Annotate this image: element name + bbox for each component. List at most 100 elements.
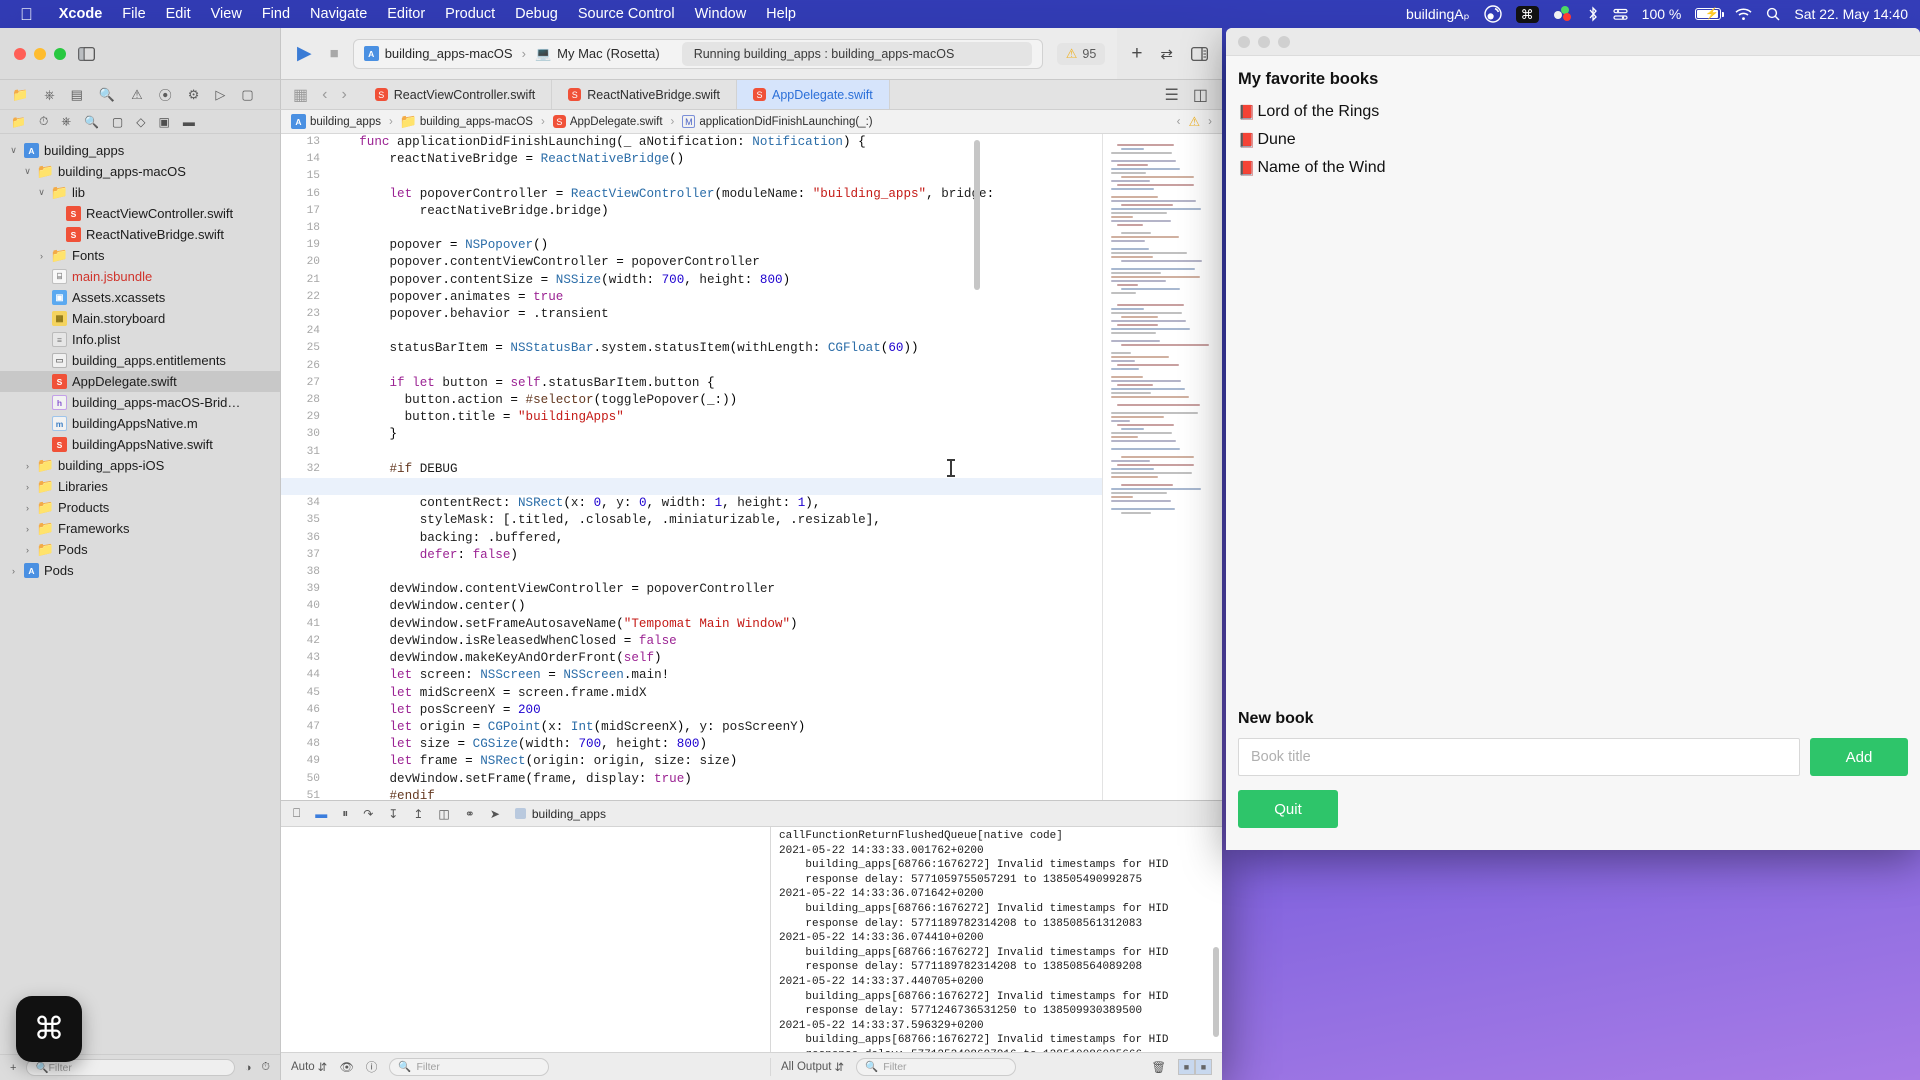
navigator-row-1[interactable]: ∨ 📁 building_apps-macOS [0,161,280,182]
assistant-editor-icon[interactable]: ◫ [1193,85,1208,105]
menu-item-xcode[interactable]: Xcode [49,6,113,22]
navigator-row-10[interactable]: ▭ building_apps.entitlements [0,350,280,371]
menu-item-product[interactable]: Product [435,6,505,22]
app-close-button[interactable] [1238,35,1250,48]
code-scroll-area[interactable]: 13 14 15 16 17 18 19 20 21 22 23 24 25 26 27 28 29 30 31 32… [281,134,1102,800]
variables-filter-input[interactable]: 🔍 Filter [389,1057,550,1076]
warning-count-chip[interactable]: ⚠ 95 [1056,42,1106,65]
breadcrumb-file[interactable]: S AppDelegate.swift [552,115,663,128]
navigator-row-12[interactable]: h building_apps-macOS-Brid… [0,392,280,413]
source-editor[interactable]: 13 14 15 16 17 18 19 20 21 22 23 24 25 26 27 28 29 30 31 32… [281,134,1222,800]
filter-clock-icon[interactable]: ⏱ [39,114,48,129]
navigator-search-icon[interactable]: 🔍 [99,87,115,103]
filter-scm-icon[interactable]: ⎈ [61,114,71,129]
navigator-scm-icon[interactable]: ⎈ [44,87,54,103]
breadcrumb-folder[interactable]: 📁 building_apps-macOS [400,113,533,129]
tab-react-view-controller[interactable]: S ReactViewController.swift [359,80,553,109]
disclosure-triangle-icon[interactable]: ∨ [22,166,33,177]
disclosure-triangle-icon[interactable]: › [8,566,19,576]
console-output-select[interactable]: All Output ⇵ [781,1060,844,1074]
breadcrumb-project[interactable]: A building_apps [291,114,381,129]
status-item-app-name[interactable]: buildingAₚ [1406,6,1470,23]
tab-app-delegate[interactable]: S AppDelegate.swift [736,80,890,109]
variables-info-icon[interactable]: ⓘ [366,1059,378,1075]
forward-icon[interactable]: › [341,86,346,104]
show-console-icon[interactable]: ■ [1195,1058,1212,1075]
next-issue-icon[interactable]: › [1208,116,1212,128]
stop-button[interactable]: ■ [330,45,339,62]
disclosure-triangle-icon[interactable]: ∨ [36,187,47,198]
menu-item-navigate[interactable]: Navigate [300,6,377,22]
filter-more-icon[interactable]: ▬ [183,115,195,129]
debug-view-hierarchy-icon[interactable]: ◫ [438,807,449,821]
disclosure-triangle-icon[interactable]: › [22,482,33,492]
filter-folder-icon[interactable]: 📁 [11,115,26,129]
menu-item-debug[interactable]: Debug [505,6,568,22]
navigator-filter-clock-icon[interactable]: ⏱ [261,1061,270,1074]
navigator-row-4[interactable]: S ReactNativeBridge.swift [0,224,280,245]
step-into-icon[interactable]: ↧ [388,807,398,821]
show-variables-icon[interactable]: ■ [1178,1058,1195,1075]
code-lines[interactable]: func applicationDidFinishLaunching(_ aNo… [281,134,1102,800]
debug-memory-graph-icon[interactable]: ⚭ [465,807,475,821]
disclosure-triangle-icon[interactable]: › [22,524,33,534]
variables-eye-icon[interactable]: 👁 [339,1060,354,1074]
app-minimize-button[interactable] [1258,35,1270,48]
toggle-navigator-icon[interactable] [78,46,95,61]
control-center-icon[interactable] [1613,7,1628,22]
toggle-inspector-icon[interactable] [1191,46,1208,61]
filter-shield-icon[interactable]: ◇ [136,115,145,129]
menu-item-file[interactable]: File [112,6,155,22]
navigator-row-7[interactable]: ▣ Assets.xcassets [0,287,280,308]
simulate-location-icon[interactable]: ➤ [490,807,500,821]
editor-scrollbar[interactable] [974,140,980,290]
debug-process[interactable]: building_apps [514,807,606,821]
filter-lock-icon[interactable]: ▣ [158,115,169,129]
search-icon[interactable] [1766,7,1780,21]
step-over-icon[interactable]: ↷ [363,807,373,821]
close-button[interactable] [14,47,26,60]
navigator-row-19[interactable]: › 📁 Pods [0,539,280,560]
pause-resume-icon[interactable]: ⏸ [342,806,348,821]
variables-view[interactable] [281,827,771,1052]
related-items-icon[interactable]: ▦ [293,85,308,105]
window-controls[interactable] [14,47,66,60]
navigator-row-13[interactable]: m buildingAppsNative.m [0,413,280,434]
variables-scope-select[interactable]: Auto ⇵ [291,1060,327,1074]
toggle-debug-area-icon[interactable]: ⎕ [293,806,300,821]
navigator-report-icon[interactable]: ▢ [241,87,253,103]
navigator-row-17[interactable]: › 📁 Products [0,497,280,518]
menu-item-source-control[interactable]: Source Control [568,6,685,22]
cmd-key-icon[interactable]: ⌘ [1515,5,1539,23]
navigator-row-14[interactable]: SbuildingAppsNative.swift [0,434,280,455]
colored-dots-icon[interactable] [1553,6,1573,22]
menu-item-find[interactable]: Find [252,6,300,22]
disclosure-triangle-icon[interactable]: › [22,545,33,555]
disclosure-triangle-icon[interactable]: › [36,251,47,261]
disclosure-triangle-icon[interactable]: › [22,461,33,471]
menu-item-edit[interactable]: Edit [156,6,201,22]
breadcrumb-method[interactable]: M applicationDidFinishLaunching(_:) [682,115,873,128]
menu-item-window[interactable]: Window [685,6,757,22]
run-button[interactable]: ▶ [293,44,316,63]
minimap-toggle-icon[interactable]: ☰ [1165,85,1179,105]
apple-logo-icon[interactable]:  [20,6,33,23]
previous-issue-icon[interactable]: ‹ [1177,116,1181,128]
navigator-row-0[interactable]: ∨ Abuilding_apps [0,140,280,161]
navigator-test-icon[interactable]: ⦿ [159,85,172,104]
debug-layout-toggle[interactable]: ■ ■ [1178,1058,1212,1075]
code-minimap[interactable] [1102,134,1222,800]
navigator-filter-toggle-icon[interactable]: ◑ [245,1062,252,1074]
filter-recent-icon[interactable]: ▢ [112,115,123,129]
navigator-row-18[interactable]: › 📁 Frameworks [0,518,280,539]
code-review-icon[interactable]: ⇄ [1160,45,1173,63]
console-scrollbar[interactable] [1213,947,1219,1037]
minimize-button[interactable] [34,47,46,60]
console-filter-input[interactable]: 🔍 Filter [856,1057,1017,1076]
step-out-icon[interactable]: ↥ [413,807,423,821]
filter-search-icon[interactable]: 🔍 [84,115,99,129]
back-icon[interactable]: ‹ [322,86,327,104]
navigator-row-2[interactable]: ∨ 📁 lib [0,182,280,203]
navigator-row-5[interactable]: › 📁 Fonts [0,245,280,266]
zoom-button[interactable] [54,47,66,60]
